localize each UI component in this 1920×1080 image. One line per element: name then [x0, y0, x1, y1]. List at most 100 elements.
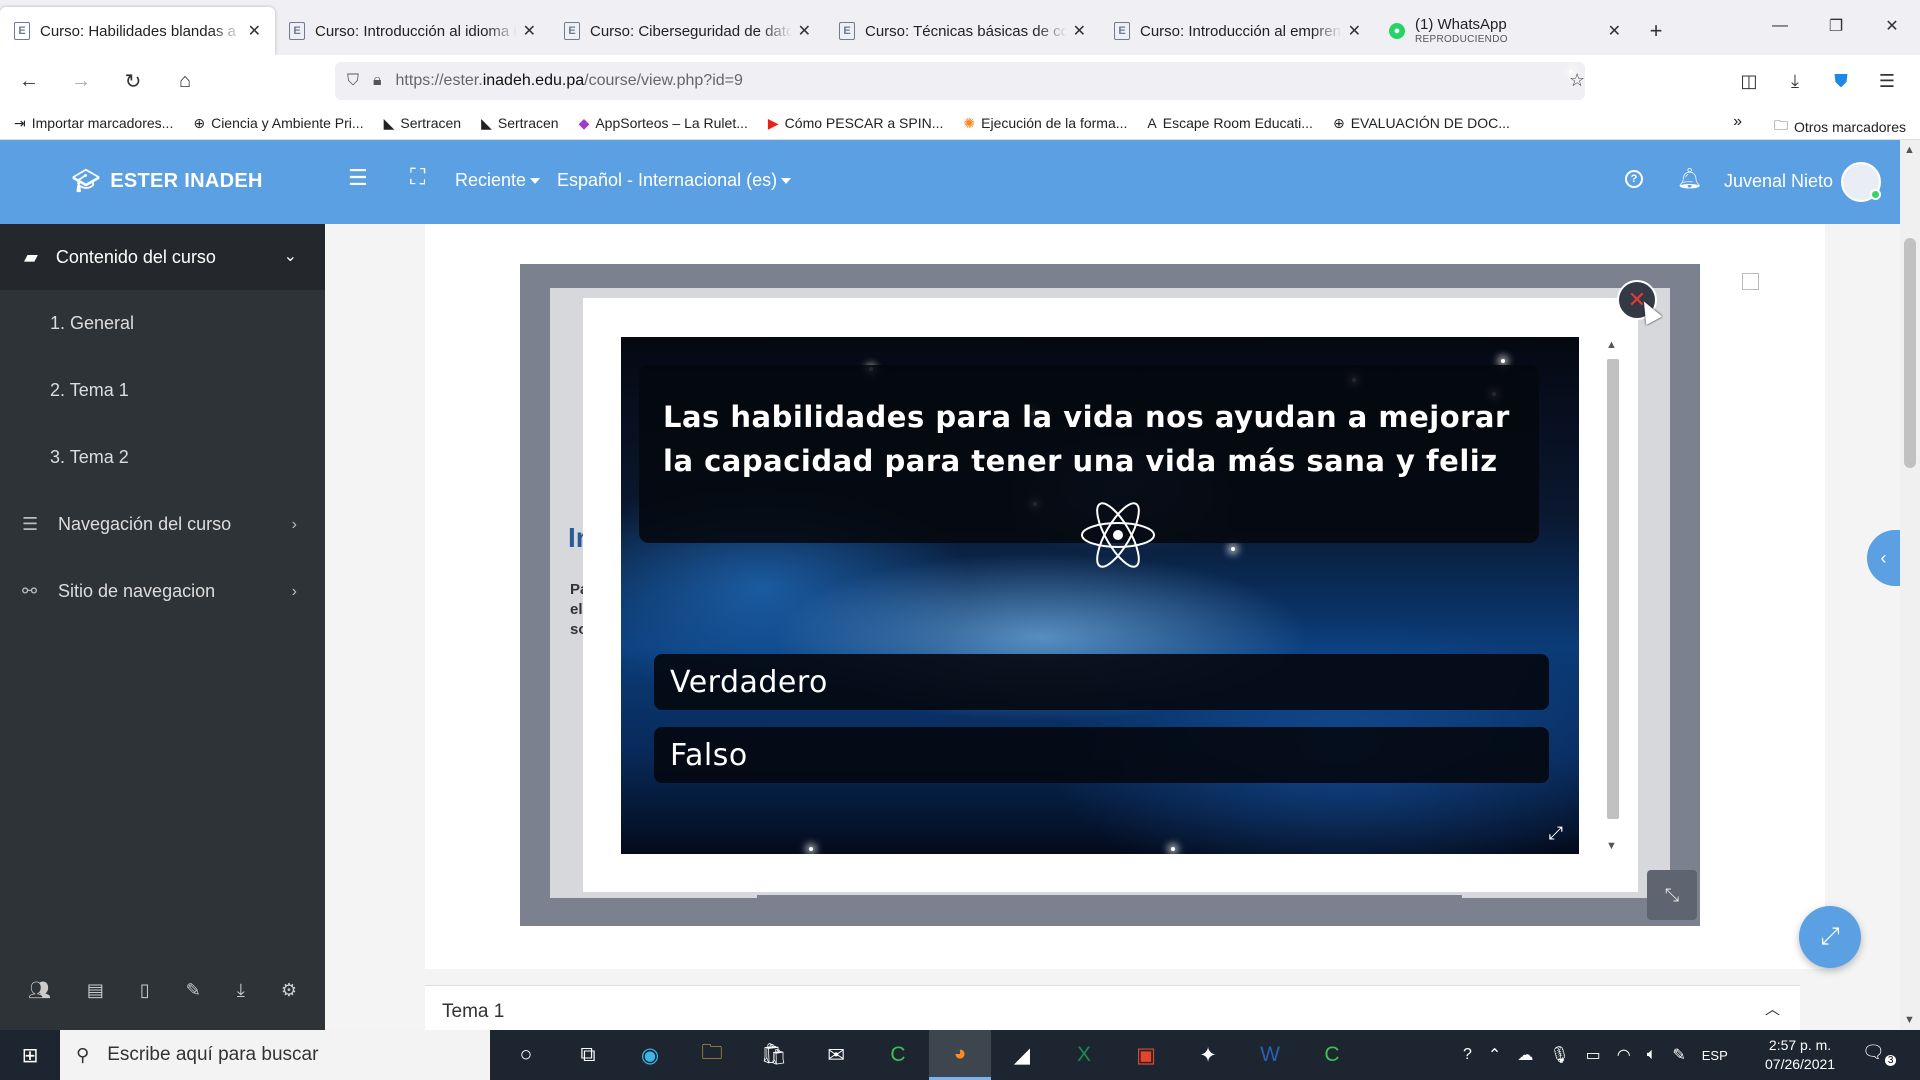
- scroll-up-icon[interactable]: ▲: [1606, 339, 1617, 351]
- task-view-icon[interactable]: ⧉: [557, 1030, 619, 1080]
- bookmark-evaluacion[interactable]: ⊕ EVALUACIÓN DE DOC...: [1333, 115, 1510, 132]
- close-tab-icon[interactable]: ✕: [248, 21, 261, 41]
- horizontal-scrollbar[interactable]: [757, 895, 1462, 903]
- bookmark-pescar[interactable]: ▶ Cómo PESCAR a SPIN...: [768, 115, 944, 132]
- close-window-icon[interactable]: ✕: [1864, 0, 1920, 52]
- lock-icon[interactable]: 🔒︎: [373, 72, 382, 90]
- forward-arrow-icon[interactable]: →: [58, 61, 104, 101]
- recent-dropdown[interactable]: Reciente: [455, 170, 541, 191]
- close-tab-icon[interactable]: ✕: [1348, 21, 1361, 41]
- expand-icon[interactable]: ⤢: [1549, 823, 1563, 844]
- close-tab-icon[interactable]: ✕: [523, 21, 536, 41]
- help-icon[interactable]: ?: [1625, 170, 1643, 188]
- sidebar-item-site-nav[interactable]: ⚯ Sitio de navegacion ›: [0, 558, 325, 625]
- app-icon[interactable]: ◢: [991, 1030, 1053, 1080]
- site-brand[interactable]: 🎓︎ ESTER INADEH: [72, 168, 263, 194]
- excel-icon[interactable]: X: [1053, 1030, 1115, 1080]
- scroll-down-icon[interactable]: ▼: [1904, 1014, 1915, 1026]
- back-arrow-icon[interactable]: ←: [6, 61, 52, 101]
- edge-icon[interactable]: ◉: [619, 1030, 681, 1080]
- browser-tab-cocina[interactable]: E Curso: Técnicas básicas de coc ✕: [825, 7, 1100, 55]
- page-scrollbar[interactable]: ▲ ▼: [1900, 140, 1920, 1030]
- overlay-expand-button[interactable]: ⤡: [1647, 870, 1697, 920]
- bookmark-import[interactable]: ⇥ Importar marcadores...: [14, 115, 173, 132]
- sidebar-item-course-nav[interactable]: ☰ Navegación del curso ›: [0, 491, 325, 558]
- other-bookmarks[interactable]: 🗀 Otros marcadores: [1774, 115, 1906, 139]
- reload-icon[interactable]: ↻: [110, 61, 156, 101]
- camtasia-icon[interactable]: C: [1301, 1030, 1363, 1080]
- dialog-scrollbar[interactable]: ▲ ▼: [1604, 337, 1622, 854]
- windows-start-icon[interactable]: ⊞: [0, 1030, 60, 1080]
- close-tab-icon[interactable]: ✕: [798, 21, 811, 41]
- sidebar-item-tema-1[interactable]: 2. Tema 1: [0, 357, 325, 424]
- brush-icon[interactable]: ✎: [186, 980, 201, 1001]
- store-icon[interactable]: 🛍︎: [743, 1030, 805, 1080]
- hamburger-menu-icon[interactable]: ☰: [348, 165, 368, 191]
- completion-checkbox[interactable]: [1742, 273, 1759, 290]
- archive-icon[interactable]: ▤: [87, 980, 104, 1001]
- restore-icon[interactable]: ❐: [1808, 0, 1864, 52]
- chevron-up-icon[interactable]: ︿: [1765, 998, 1780, 1019]
- cloud-icon[interactable]: ☁: [1517, 1045, 1533, 1065]
- chevron-up-icon[interactable]: ⌃: [1488, 1045, 1501, 1065]
- battery-icon[interactable]: ▭: [1586, 1045, 1601, 1065]
- minimize-icon[interactable]: —: [1752, 0, 1808, 52]
- app-menu-icon[interactable]: ☰: [1864, 61, 1910, 101]
- answer-option-true[interactable]: Verdadero: [654, 654, 1549, 710]
- more-bookmarks-icon[interactable]: »: [1733, 113, 1742, 131]
- help-icon[interactable]: ?: [1463, 1046, 1472, 1064]
- bookmark-ejecucion[interactable]: ✺ Ejecución de la forma...: [963, 115, 1127, 132]
- cortana-icon[interactable]: ○: [495, 1030, 557, 1080]
- close-tab-icon[interactable]: ✕: [1073, 21, 1086, 41]
- bell-icon[interactable]: 🔔︎: [1677, 166, 1702, 191]
- bookmark-sertracen-1[interactable]: ◣ Sertracen: [384, 115, 461, 132]
- file-explorer-icon[interactable]: 🗀: [681, 1030, 743, 1080]
- language-indicator[interactable]: ESP: [1702, 1048, 1728, 1063]
- browser-tab-emprendimiento[interactable]: E Curso: Introducción al empren ✕: [1100, 7, 1375, 55]
- bookmark-escape-room[interactable]: A Escape Room Educati...: [1147, 115, 1313, 131]
- user-name[interactable]: Juvenal Nieto: [1724, 171, 1833, 192]
- section-header-tema-1[interactable]: Tema 1 ︿: [425, 985, 1800, 1030]
- file-icon[interactable]: ▯: [140, 980, 150, 1001]
- fullscreen-icon[interactable]: ⛶: [410, 164, 425, 190]
- home-icon[interactable]: ⌂: [162, 61, 208, 101]
- scrollbar-thumb[interactable]: [1904, 238, 1916, 468]
- browser-tab-idioma[interactable]: E Curso: Introducción al idioma in ✕: [275, 7, 550, 55]
- app-icon[interactable]: ✦: [1177, 1030, 1239, 1080]
- new-tab-button[interactable]: +: [1635, 7, 1677, 55]
- extension-shield-icon[interactable]: ⛊: [1818, 61, 1864, 101]
- volume-icon[interactable]: 🔈︎: [1647, 1046, 1657, 1064]
- pen-icon[interactable]: ✎: [1672, 1045, 1685, 1065]
- shield-icon[interactable]: ⛉: [347, 72, 359, 90]
- sidebar-item-course-content[interactable]: ▰ Contenido del curso ⌄: [0, 224, 325, 290]
- notification-center-icon[interactable]: 🗨︎ 3: [1862, 1042, 1897, 1066]
- settings-icon[interactable]: ⚙: [281, 980, 297, 1001]
- bookmark-ciencia[interactable]: ⊕ Ciencia y Ambiente Pri...: [193, 115, 363, 132]
- scroll-up-icon[interactable]: ▲: [1904, 144, 1915, 156]
- bookmark-sertracen-2[interactable]: ◣ Sertracen: [481, 115, 558, 132]
- sidebar-item-tema-2[interactable]: 3. Tema 2: [0, 424, 325, 491]
- word-icon[interactable]: W: [1239, 1030, 1301, 1080]
- browser-tab-ciberseguridad[interactable]: E Curso: Ciberseguridad de datos ✕: [550, 7, 825, 55]
- close-tab-icon[interactable]: ✕: [1608, 21, 1621, 41]
- participants-icon[interactable]: 👥︎: [28, 980, 51, 1001]
- camtasia-icon[interactable]: C: [867, 1030, 929, 1080]
- scroll-down-icon[interactable]: ▼: [1606, 840, 1617, 852]
- sidebar-item-general[interactable]: 1. General: [0, 290, 325, 357]
- language-dropdown[interactable]: Español - Internacional (es): [557, 170, 792, 191]
- wifi-icon[interactable]: ◠: [1617, 1045, 1631, 1065]
- clock[interactable]: 2:57 p. m. 07/26/2021: [1765, 1036, 1835, 1074]
- browser-tab-whatsapp[interactable]: ● (1) WhatsApp REPRODUCIENDO ✕: [1375, 7, 1635, 55]
- bookmark-star-icon[interactable]: ☆: [1569, 70, 1585, 90]
- answer-option-false[interactable]: Falso: [654, 727, 1549, 783]
- fullscreen-fab-button[interactable]: ⤢: [1799, 906, 1861, 968]
- download-icon[interactable]: ⤓: [237, 980, 245, 1001]
- bookmark-appsorteos[interactable]: ◆ AppSorteos – La Rulet...: [579, 115, 748, 132]
- address-bar[interactable]: ⛉ 🔒︎ https://ester. inadeh.edu.pa/course/…: [335, 62, 1585, 100]
- pocket-icon[interactable]: ◫: [1726, 61, 1772, 101]
- scrollbar-thumb[interactable]: [1607, 359, 1619, 819]
- downloads-icon[interactable]: ⤓: [1772, 61, 1818, 101]
- acrobat-icon[interactable]: ▣: [1115, 1030, 1177, 1080]
- avatar[interactable]: [1841, 162, 1881, 202]
- firefox-icon[interactable]: ◕: [929, 1030, 991, 1080]
